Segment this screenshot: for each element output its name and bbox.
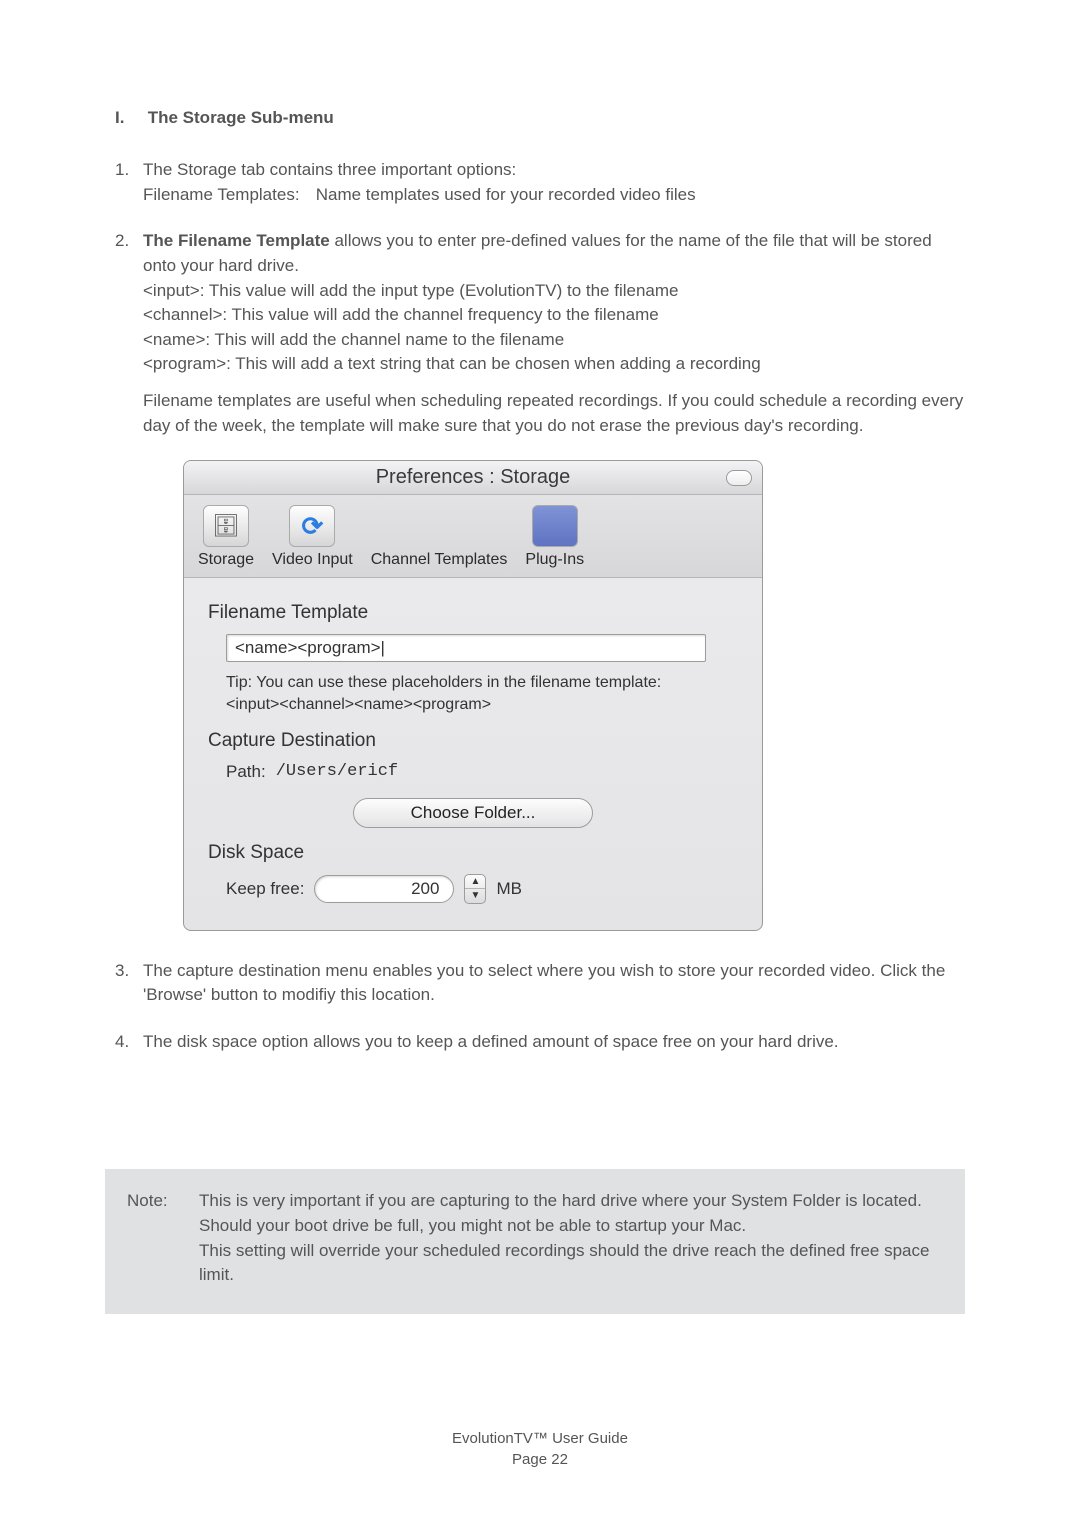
filename-template-tip: Tip: You can use these placeholders in t… [226,672,738,715]
filename-template-heading: Filename Template [208,602,738,624]
keep-free-label: Keep free: [226,879,304,899]
keep-free-row: Keep free: 200 ▲ ▼ MB [226,874,738,904]
item-paragraph: Filename templates are useful when sched… [143,389,965,438]
list-item: 1. The Storage tab contains three import… [115,158,965,207]
spacer [143,377,965,389]
instruction-list-cont: 3. The capture destination menu enables … [115,959,965,1055]
item-number: 1. [115,158,143,207]
tab-label: Storage [198,551,254,569]
list-item: 2. The Filename Template allows you to e… [115,229,965,438]
tab-label: Video Input [272,551,353,569]
tip-line: Tip: You can use these placeholders in t… [226,672,738,694]
item-number: 3. [115,959,143,1008]
keep-free-field[interactable]: 200 [314,875,454,903]
tab-storage[interactable]: Storage [198,505,254,569]
placeholder-input: <input>: This value will add the input t… [143,279,965,304]
stepper-down-icon[interactable]: ▼ [465,889,485,903]
list-item: 4. The disk space option allows you to k… [115,1030,965,1055]
item-line: Filename Templates: Name templates used … [143,183,965,208]
window-title: Preferences : Storage [376,466,571,489]
item-number: 4. [115,1030,143,1055]
tab-label: Channel Templates [371,551,508,569]
footer-page-label: Page [512,1451,551,1468]
document-page: I. The Storage Sub-menu 1. The Storage t… [0,0,1080,1528]
capture-destination-heading: Capture Destination [208,730,738,752]
filename-template-value: <name><program> [235,638,381,658]
path-label: Path: [226,762,266,782]
keep-free-value: 200 [411,879,439,899]
item-number: 2. [115,229,143,438]
item-paragraph: The Filename Template allows you to ente… [143,229,965,278]
footer-guide-title: EvolutionTV™ User Guide [0,1428,1080,1449]
choose-folder-row: Choose Folder... [208,798,738,828]
definition-label: Filename Templates: [143,183,311,208]
section-heading: I. The Storage Sub-menu [115,108,965,128]
stepper-up-icon[interactable]: ▲ [465,875,485,890]
preferences-window: Preferences : Storage Storage Video Inpu… [183,460,763,930]
definition-desc: Name templates used for your recorded vi… [316,185,696,204]
tab-label: Plug-Ins [525,551,584,569]
item-line: The Storage tab contains three important… [143,158,965,183]
item-body: The capture destination menu enables you… [143,959,965,1008]
bold-term: The Filename Template [143,231,330,250]
placeholder-name: <name>: This will add the channel name t… [143,328,965,353]
item-body: The disk space option allows you to keep… [143,1030,965,1055]
tab-channel-templates[interactable]: Channel Templates [371,505,508,569]
plugins-icon [532,505,578,547]
text-caret: | [381,638,385,658]
tab-video-input[interactable]: Video Input [272,505,353,569]
note-text: This is very important if you are captur… [199,1189,943,1288]
window-content: Filename Template <name><program>| Tip: … [184,578,762,929]
instruction-list: 1. The Storage tab contains three import… [115,158,965,438]
footer-page-number: 22 [551,1451,568,1468]
placeholder-channel: <channel>: This value will add the chann… [143,303,965,328]
section-number: I. [115,108,143,128]
titlebar-pill-control[interactable] [726,470,752,486]
button-label: Choose Folder... [411,803,536,823]
capture-path-row: Path: /Users/ericf [226,762,738,782]
path-value: /Users/ericf [276,762,398,782]
keep-free-unit: MB [496,879,522,899]
choose-folder-button[interactable]: Choose Folder... [353,798,593,828]
video-input-icon [289,505,335,547]
item-body: The Filename Template allows you to ente… [143,229,965,438]
window-titlebar[interactable]: Preferences : Storage [184,461,762,495]
disk-space-heading: Disk Space [208,842,738,864]
channel-templates-icon [416,505,462,547]
item-body: The Storage tab contains three important… [143,158,965,207]
storage-icon [203,505,249,547]
list-item: 3. The capture destination menu enables … [115,959,965,1008]
page-footer: EvolutionTV™ User Guide Page 22 [0,1428,1080,1470]
footer-page-line: Page 22 [0,1449,1080,1470]
section-title: The Storage Sub-menu [148,108,334,127]
filename-template-field[interactable]: <name><program>| [226,634,706,662]
tab-plugins[interactable]: Plug-Ins [525,505,584,569]
keep-free-stepper[interactable]: ▲ ▼ [464,874,486,904]
placeholder-program: <program>: This will add a text string t… [143,352,965,377]
tip-line: <input><channel><name><program> [226,694,738,716]
note-label: Note: [127,1189,199,1288]
window-toolbar: Storage Video Input Channel Templates Pl… [184,495,762,578]
note-box: Note: This is very important if you are … [105,1169,965,1314]
